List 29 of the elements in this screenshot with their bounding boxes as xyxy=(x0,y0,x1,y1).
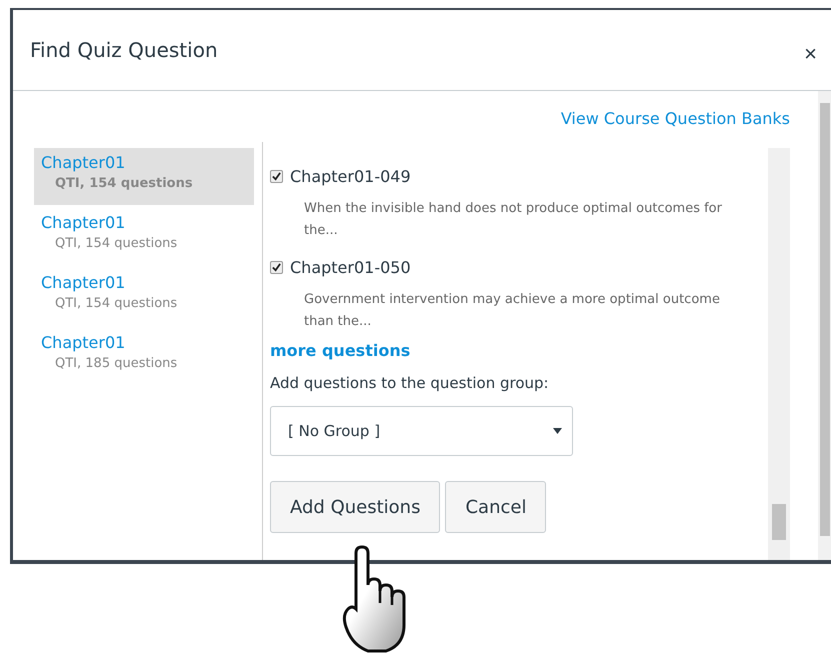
scrollbar[interactable] xyxy=(818,91,831,560)
checkbox[interactable] xyxy=(270,261,283,274)
view-banks-link[interactable]: View Course Question Banks xyxy=(560,109,790,128)
bank-name: Chapter01 xyxy=(41,333,126,352)
scrollbar[interactable] xyxy=(768,148,790,560)
group-label: Add questions to the question group: xyxy=(270,374,550,392)
group-select[interactable]: [ No Group ] xyxy=(270,406,573,456)
add-questions-button[interactable]: Add Questions xyxy=(270,481,440,533)
question-text: When the invisible hand does not produce optimal outcomes for the... xyxy=(304,200,723,240)
close-button[interactable]: × xyxy=(800,41,821,67)
dialog-title: Find Quiz Question xyxy=(30,38,218,62)
bank-item[interactable]: Chapter01 QTI, 154 questions xyxy=(34,208,254,265)
bank-meta: QTI, 154 questions xyxy=(55,296,178,311)
bank-meta: QTI, 154 questions xyxy=(55,176,194,191)
question-text: Government intervention may achieve a more optimal outcome than the... xyxy=(304,291,721,331)
bank-meta: QTI, 154 questions xyxy=(55,236,178,251)
bank-name: Chapter01 xyxy=(41,213,126,232)
bank-name: Chapter01 xyxy=(41,153,126,172)
caret-icon xyxy=(553,428,562,434)
more-questions-link[interactable]: more questions xyxy=(270,341,410,360)
bank-meta: QTI, 185 questions xyxy=(55,356,178,371)
question-name: Chapter01-049 xyxy=(290,167,411,186)
checkbox[interactable] xyxy=(270,170,283,183)
bank-item[interactable]: Chapter01 QTI, 185 questions xyxy=(34,328,254,385)
bank-item[interactable]: Chapter01 QTI, 154 questions xyxy=(34,268,254,325)
question-name: Chapter01-050 xyxy=(290,258,411,277)
bank-item[interactable]: Chapter01 QTI, 154 questions xyxy=(34,148,254,205)
bank-name: Chapter01 xyxy=(41,273,126,292)
cancel-button[interactable]: Cancel xyxy=(445,481,546,533)
